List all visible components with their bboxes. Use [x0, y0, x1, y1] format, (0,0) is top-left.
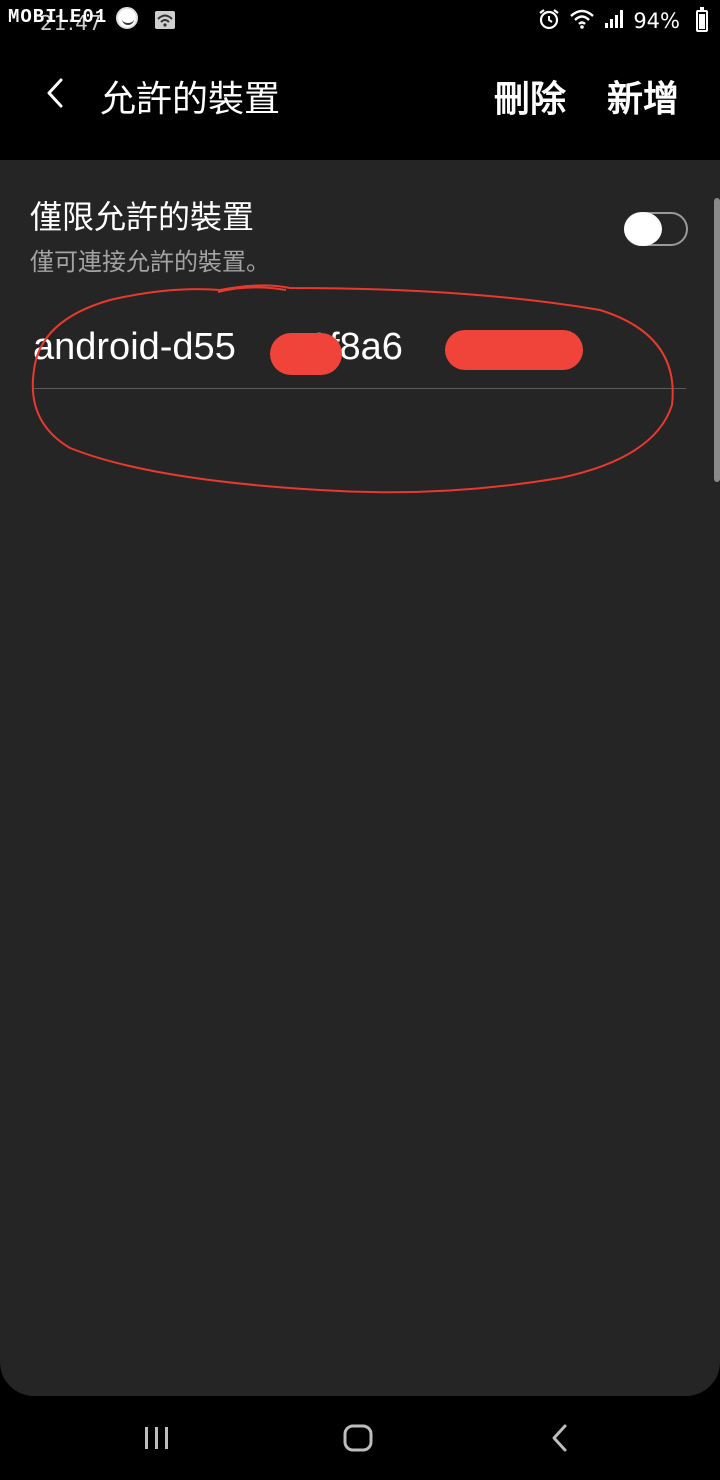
- status-bar: 21:47 MOBILE01 94%: [0, 0, 720, 42]
- home-icon: [343, 1424, 373, 1452]
- battery-percent: 94%: [633, 9, 680, 33]
- recent-apps-icon: [145, 1427, 168, 1449]
- allowed-only-setting-row[interactable]: 僅限允許的裝置 僅可連接允許的裝置。: [0, 160, 720, 285]
- home-button[interactable]: [333, 1416, 383, 1460]
- back-button[interactable]: [30, 68, 80, 118]
- delete-button[interactable]: 刪除: [494, 70, 566, 122]
- add-button[interactable]: 新增: [607, 70, 679, 122]
- device-list-item[interactable]: android-d55 1f8a6: [0, 300, 720, 390]
- status-right-group: 94%: [537, 6, 680, 36]
- chevron-left-icon: [47, 78, 63, 108]
- device-name: android-d55 1f8a6: [33, 326, 403, 369]
- battery-charging-icon: [696, 7, 708, 32]
- app-bar: 允許的裝置 刪除 新增: [0, 42, 720, 160]
- back-icon: [552, 1424, 567, 1452]
- alarm-icon: [537, 7, 561, 35]
- device-name-part-1: android-d55: [33, 326, 236, 368]
- redaction-mark-1: [270, 333, 342, 375]
- page-title: 允許的裝置: [100, 79, 281, 120]
- screen: 21:47 MOBILE01 94% 允許的裝置 刪除 新增 僅限允許的裝置 僅…: [0, 0, 720, 1480]
- navigation-bar: [0, 1396, 720, 1480]
- watermark-logo: MOBILE01: [8, 6, 108, 28]
- back-nav-button[interactable]: [535, 1416, 585, 1460]
- content-panel: 僅限允許的裝置 僅可連接允許的裝置。 android-d55 1f8a6: [0, 160, 720, 1396]
- setting-subtitle: 僅可連接允許的裝置。: [30, 248, 270, 276]
- toggle-knob: [624, 212, 662, 246]
- recent-apps-button[interactable]: [132, 1416, 182, 1460]
- wifi-icon: [569, 8, 595, 34]
- allowed-only-toggle[interactable]: [624, 212, 688, 246]
- watermark-smiley-icon: [116, 7, 138, 29]
- redaction-mark-2: [445, 330, 583, 370]
- wifi-notification-icon: [155, 11, 175, 29]
- divider: [34, 388, 686, 389]
- signal-icon: [603, 8, 625, 34]
- setting-title: 僅限允許的裝置: [30, 198, 255, 236]
